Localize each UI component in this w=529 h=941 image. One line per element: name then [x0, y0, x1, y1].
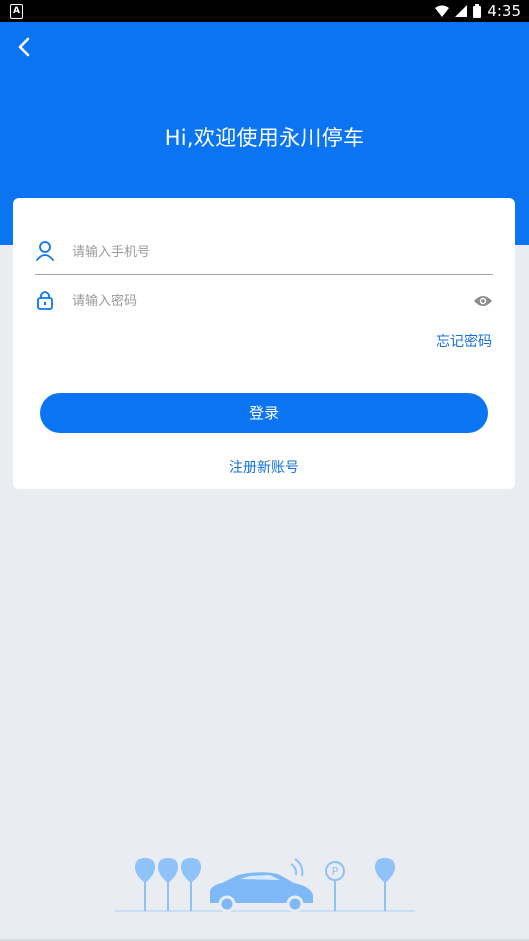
forgot-password-link[interactable]: 忘记密码 [436, 331, 492, 351]
password-input[interactable] [70, 287, 454, 315]
notification-icon: A [10, 4, 23, 19]
eye-icon[interactable] [473, 293, 493, 309]
password-field [35, 283, 493, 323]
back-arrow-icon[interactable] [10, 32, 40, 62]
signal-icon [455, 5, 468, 17]
status-time: 4:35 [487, 2, 521, 20]
phone-field [35, 234, 493, 275]
status-bar: A 4:35 [0, 0, 529, 22]
lock-icon [37, 291, 53, 310]
user-icon [36, 241, 54, 261]
register-link[interactable]: 注册新账号 [13, 457, 515, 477]
phone-input[interactable] [70, 238, 454, 266]
battery-icon [473, 4, 482, 18]
parking-illustration: P [115, 858, 415, 913]
login-button[interactable]: 登录 [40, 393, 488, 433]
svg-text:P: P [332, 865, 339, 878]
status-right: 4:35 [435, 2, 521, 20]
login-card: 忘记密码 登录 注册新账号 [13, 198, 515, 489]
wifi-icon [435, 5, 450, 17]
page-title: Hi,欢迎使用永川停车 [164, 126, 365, 150]
